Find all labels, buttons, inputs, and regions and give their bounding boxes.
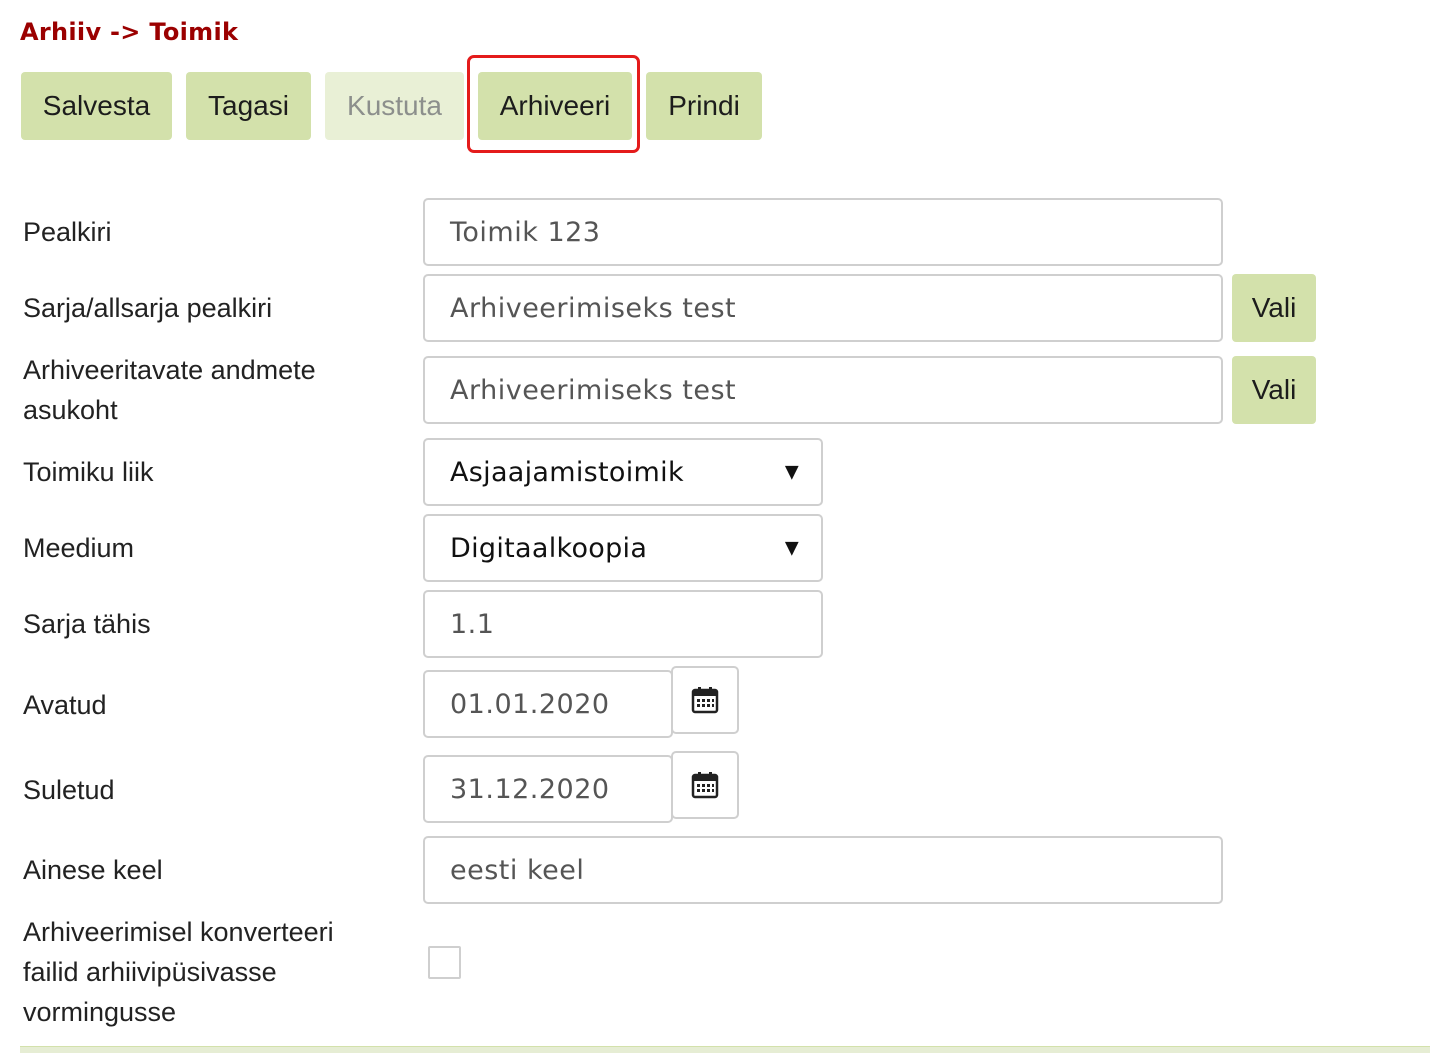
print-button[interactable]: Prindi [646, 72, 762, 140]
file-type-value: Asjaajamistoimik [450, 456, 684, 488]
data-location-label-line2: asukoht [23, 395, 118, 425]
data-location-label-line1: Arhiveeritavate andmete [23, 355, 316, 385]
series-select-button[interactable]: Vali [1232, 274, 1316, 342]
delete-button: Kustuta [325, 72, 464, 140]
data-location-input[interactable]: Arhiveerimiseks test [423, 356, 1223, 424]
title-input[interactable]: Toimik 123 [423, 198, 1223, 266]
convert-checkbox[interactable] [428, 946, 461, 979]
series-title-label: Sarja/allsarja pealkiri [23, 293, 273, 323]
opened-date-input[interactable]: 01.01.2020 [423, 670, 673, 738]
file-type-select[interactable]: Asjaajamistoimik ▼ [423, 438, 823, 506]
opened-calendar-button[interactable] [671, 666, 739, 734]
series-code-input[interactable]: 1.1 [423, 590, 823, 658]
closed-date-input[interactable]: 31.12.2020 [423, 755, 673, 823]
medium-select[interactable]: Digitaalkoopia ▼ [423, 514, 823, 582]
file-type-label: Toimiku liik [23, 457, 154, 487]
chevron-down-icon: ▼ [784, 537, 799, 559]
opened-label: Avatud [23, 690, 107, 720]
language-label: Ainese keel [23, 855, 163, 885]
medium-label: Meedium [23, 533, 135, 563]
series-title-input[interactable]: Arhiveerimiseks test [423, 274, 1223, 342]
medium-value: Digitaalkoopia [450, 532, 648, 564]
calendar-icon [691, 687, 719, 714]
closed-label: Suletud [23, 775, 115, 805]
back-button[interactable]: Tagasi [186, 72, 311, 140]
convert-label-line2: failid arhiivipüsivasse [23, 957, 277, 987]
series-code-label: Sarja tähis [23, 609, 151, 639]
convert-label-line3: vormingusse [23, 997, 177, 1027]
save-button[interactable]: Salvesta [21, 72, 172, 140]
chevron-down-icon: ▼ [784, 461, 799, 483]
breadcrumb: Arhiiv -> Toimik [20, 18, 239, 46]
calendar-icon [691, 772, 719, 799]
language-input[interactable]: eesti keel [423, 836, 1223, 904]
archive-button-highlight [467, 55, 640, 153]
location-select-button[interactable]: Vali [1232, 356, 1316, 424]
title-label: Pealkiri [23, 217, 112, 247]
convert-label-line1: Arhiveerimisel konverteeri [23, 917, 334, 947]
closed-calendar-button[interactable] [671, 751, 739, 819]
